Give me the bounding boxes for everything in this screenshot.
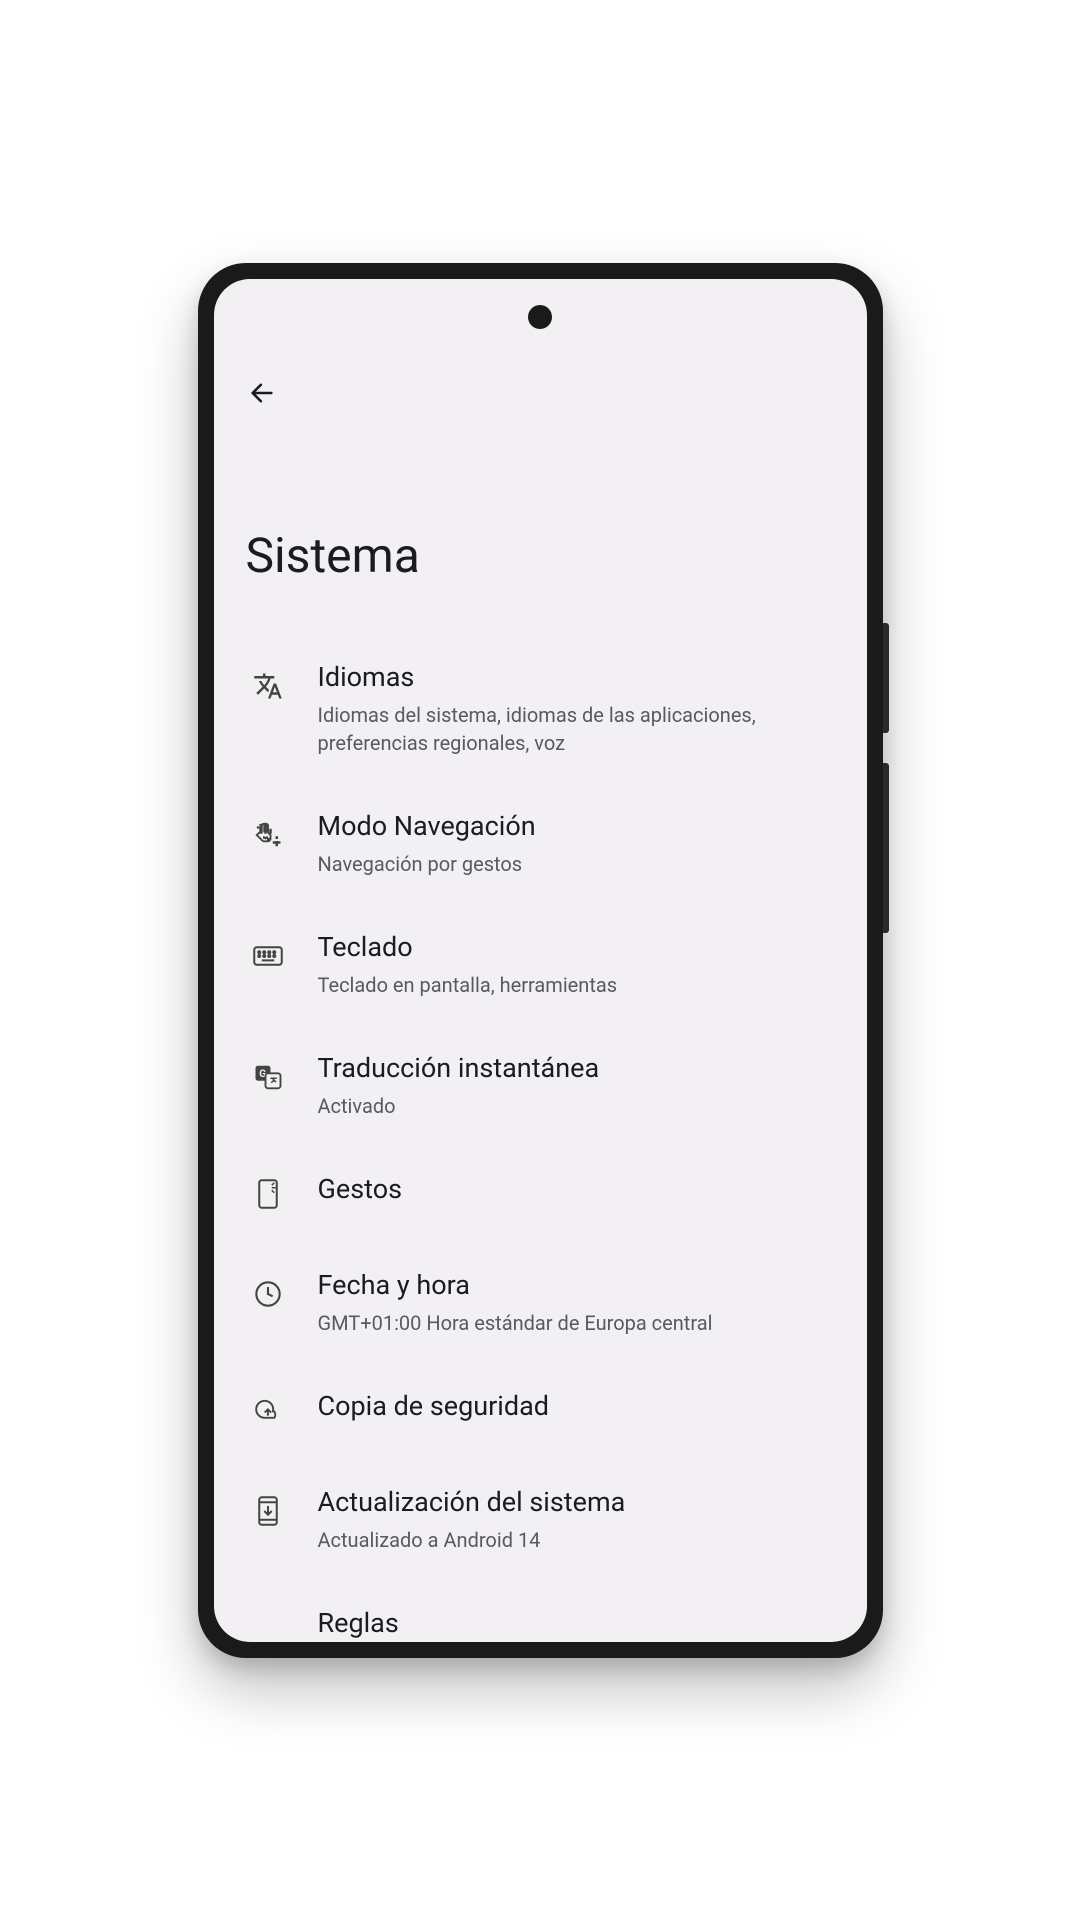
- setting-title: Gestos: [318, 1172, 835, 1207]
- setting-subtitle: Teclado en pantalla, herramientas: [318, 971, 835, 999]
- arrow-back-icon: [248, 379, 276, 407]
- setting-title: Teclado: [318, 930, 835, 965]
- page-title: Sistema: [214, 417, 867, 634]
- setting-subtitle: Actualizado a Android 14: [318, 1526, 835, 1554]
- phone-frame: Sistema Idiomas Idiomas del sistema, idi…: [198, 263, 883, 1658]
- setting-item-rules[interactable]: Reglas: [246, 1580, 835, 1641]
- setting-content: Reglas: [318, 1606, 835, 1641]
- rules-icon: [246, 1606, 290, 1641]
- setting-content: Copia de seguridad: [318, 1389, 835, 1424]
- setting-content: Teclado Teclado en pantalla, herramienta…: [318, 930, 835, 999]
- setting-item-navigation[interactable]: Modo Navegación Navegación por gestos: [246, 783, 835, 904]
- setting-content: Actualización del sistema Actualizado a …: [318, 1485, 835, 1554]
- front-camera: [528, 305, 552, 329]
- setting-subtitle: Activado: [318, 1092, 835, 1120]
- back-button[interactable]: [238, 369, 286, 417]
- system-update-icon: [246, 1489, 290, 1533]
- screen: Sistema Idiomas Idiomas del sistema, idi…: [214, 279, 867, 1642]
- setting-title: Traducción instantánea: [318, 1051, 835, 1086]
- setting-title: Idiomas: [318, 660, 835, 695]
- setting-content: Fecha y hora GMT+01:00 Hora estándar de …: [318, 1268, 835, 1337]
- setting-item-keyboard[interactable]: Teclado Teclado en pantalla, herramienta…: [246, 904, 835, 1025]
- setting-title: Actualización del sistema: [318, 1485, 835, 1520]
- setting-item-instant-translate[interactable]: G Traducción instantánea Activado: [246, 1025, 835, 1146]
- setting-content: Modo Navegación Navegación por gestos: [318, 809, 835, 878]
- clock-icon: [246, 1272, 290, 1316]
- setting-content: Gestos: [318, 1172, 835, 1207]
- settings-list: Idiomas Idiomas del sistema, idiomas de …: [214, 634, 867, 1642]
- setting-subtitle: GMT+01:00 Hora estándar de Europa centra…: [318, 1309, 835, 1337]
- header: [214, 279, 867, 417]
- setting-item-backup[interactable]: Copia de seguridad: [246, 1363, 835, 1459]
- setting-item-languages[interactable]: Idiomas Idiomas del sistema, idiomas de …: [246, 634, 835, 783]
- translate-icon: [246, 664, 290, 708]
- setting-content: Traducción instantánea Activado: [318, 1051, 835, 1120]
- setting-subtitle: Idiomas del sistema, idiomas de las apli…: [318, 701, 835, 757]
- setting-title: Modo Navegación: [318, 809, 835, 844]
- setting-title: Reglas: [318, 1606, 835, 1641]
- gestures-icon: [246, 1172, 290, 1216]
- setting-content: Idiomas Idiomas del sistema, idiomas de …: [318, 660, 835, 757]
- setting-title: Fecha y hora: [318, 1268, 835, 1303]
- power-button: [883, 623, 889, 733]
- setting-item-date-time[interactable]: Fecha y hora GMT+01:00 Hora estándar de …: [246, 1242, 835, 1363]
- phone-physical-buttons: [883, 623, 889, 963]
- navigation-icon: [246, 813, 290, 857]
- volume-button: [883, 763, 889, 933]
- cloud-backup-icon: [246, 1389, 290, 1433]
- setting-subtitle: Navegación por gestos: [318, 850, 835, 878]
- keyboard-icon: [246, 934, 290, 978]
- setting-item-gestures[interactable]: Gestos: [246, 1146, 835, 1242]
- setting-title: Copia de seguridad: [318, 1389, 835, 1424]
- translate-instant-icon: G: [246, 1055, 290, 1099]
- setting-item-system-update[interactable]: Actualización del sistema Actualizado a …: [246, 1459, 835, 1580]
